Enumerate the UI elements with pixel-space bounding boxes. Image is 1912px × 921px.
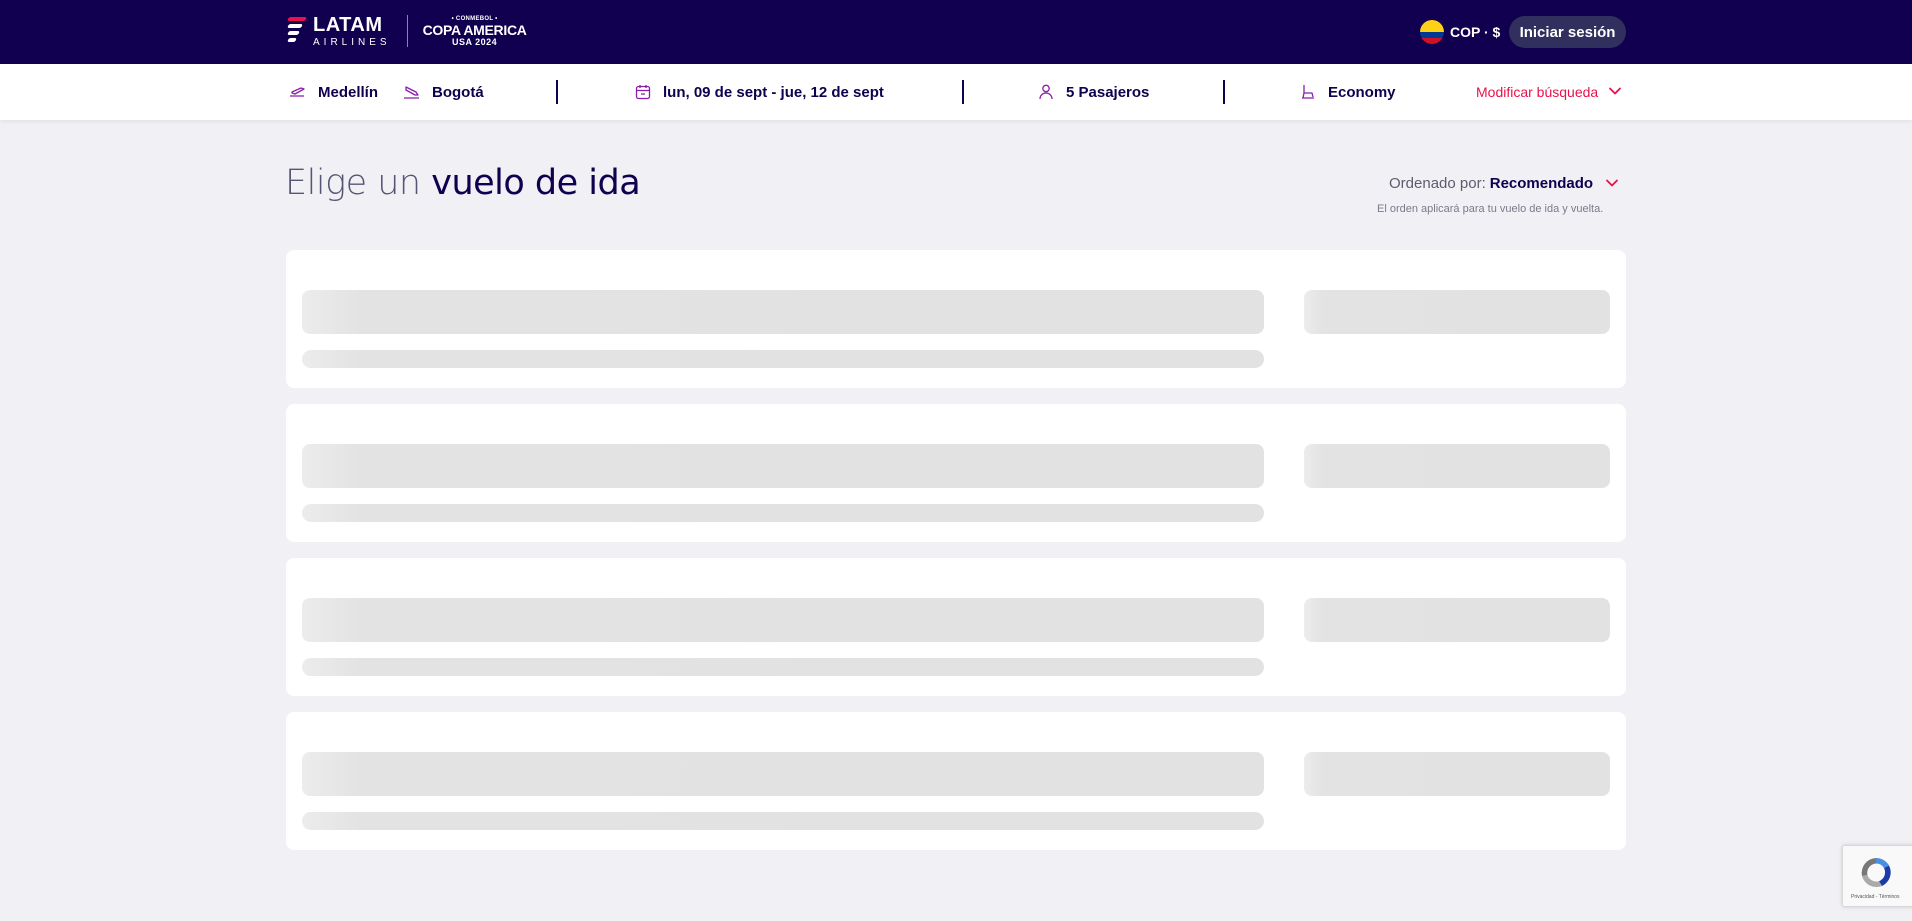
latam-logo[interactable]: LATAM AIRLINES (285, 15, 391, 48)
top-header: LATAM AIRLINES • CONMEBOL • COPA AMERICA… (0, 0, 1912, 64)
recaptcha-badge[interactable]: Privacidad - Términos (1842, 845, 1912, 907)
person-icon (1036, 82, 1056, 102)
skeleton-line (302, 350, 1264, 368)
landing-icon (402, 82, 422, 102)
skeleton-line (302, 504, 1264, 522)
brand-subtitle: AIRLINES (313, 36, 391, 48)
chevron-down-icon (1606, 82, 1624, 103)
flight-card-skeleton (286, 712, 1626, 850)
skeleton-price-block (1304, 752, 1610, 796)
currency-selector[interactable]: COP · $ (1420, 20, 1500, 44)
skeleton-line (302, 658, 1264, 676)
latam-logo-icon (285, 15, 307, 47)
separator (1223, 80, 1225, 104)
modify-search-label: Modificar búsqueda (1476, 84, 1599, 100)
page-title-bold: vuelo de ida (431, 163, 641, 203)
recaptcha-icon (1857, 854, 1895, 892)
brand-name: LATAM (313, 13, 383, 36)
destination-label: Bogotá (432, 83, 484, 101)
skeleton-block (302, 290, 1264, 334)
flight-card-skeleton (286, 404, 1626, 542)
skeleton-block (302, 444, 1264, 488)
copa-america-logo: • CONMEBOL • COPA AMERICA USA 2024 (423, 16, 527, 47)
copa-top-text: • CONMEBOL • (451, 15, 498, 22)
login-button[interactable]: Iniciar sesión (1509, 16, 1626, 48)
cabin-field[interactable]: Economy (1298, 64, 1396, 120)
dates-label: lun, 09 de sept - jue, 12 de sept (663, 83, 884, 101)
passengers-label: 5 Pasajeros (1066, 83, 1150, 101)
origin-label: Medellín (318, 83, 379, 101)
calendar-icon (633, 82, 653, 102)
origin-field[interactable]: Medellín (288, 64, 378, 120)
cabin-label: Economy (1328, 83, 1396, 101)
destination-field[interactable]: Bogotá (402, 64, 484, 120)
modify-search-button[interactable]: Modificar búsqueda (1476, 64, 1624, 120)
passengers-field[interactable]: 5 Pasajeros (1036, 64, 1149, 120)
sort-label: Ordenado por: (1389, 174, 1486, 192)
chevron-down-icon (1603, 174, 1621, 192)
takeoff-icon (288, 82, 308, 102)
sort-value: Recomendado (1489, 174, 1594, 192)
page-title-light: Elige un (285, 163, 421, 203)
sort-note: El orden aplicará para tu vuelo de ida y… (1377, 203, 1604, 215)
brand-area[interactable]: LATAM AIRLINES • CONMEBOL • COPA AMERICA… (285, 14, 527, 48)
separator (556, 80, 558, 104)
flight-card-skeleton (286, 250, 1626, 388)
copa-main-text: COPA AMERICA (422, 21, 527, 38)
page-title: Elige un vuelo de ida (285, 163, 641, 203)
skeleton-line (302, 812, 1264, 830)
skeleton-block (302, 598, 1264, 642)
skeleton-price-block (1304, 598, 1610, 642)
currency-label: COP · $ (1450, 24, 1501, 40)
skeleton-price-block (1304, 444, 1610, 488)
separator (962, 80, 964, 104)
sort-dropdown[interactable]: Ordenado por: Recomendado (1389, 174, 1621, 192)
search-summary-bar: Medellín Bogotá lun, 09 de sept - jue, 1… (0, 64, 1912, 120)
copa-sub-text: USA 2024 (451, 36, 498, 47)
skeleton-price-block (1304, 290, 1610, 334)
dates-field[interactable]: lun, 09 de sept - jue, 12 de sept (633, 64, 884, 120)
recaptcha-links[interactable]: Privacidad - Términos (1851, 894, 1900, 900)
seat-icon (1298, 82, 1318, 102)
flight-card-skeleton (286, 558, 1626, 696)
brand-divider (406, 15, 408, 47)
skeleton-block (302, 752, 1264, 796)
colombia-flag-icon (1420, 20, 1444, 44)
